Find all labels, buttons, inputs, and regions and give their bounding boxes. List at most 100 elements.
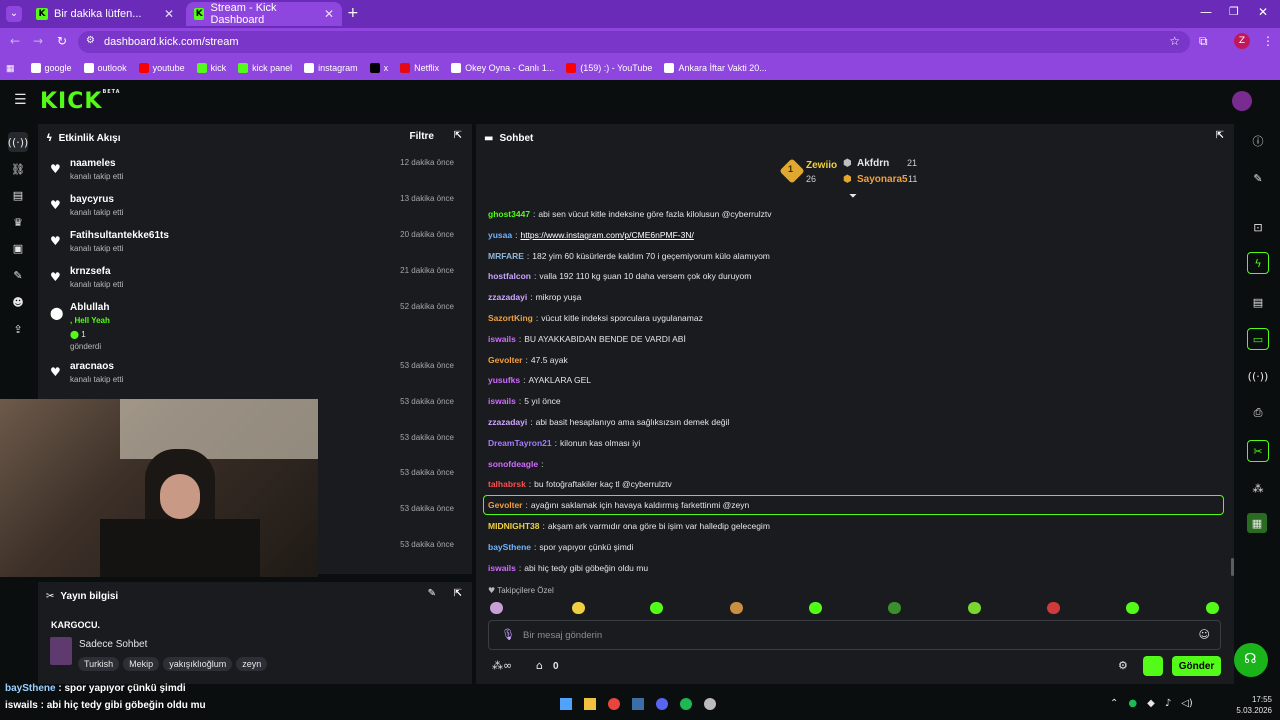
mic-icon[interactable]: 🎙 xyxy=(501,628,515,641)
tab-stream-dashboard[interactable]: K Stream - Kick Dashboard ✕ xyxy=(186,2,342,26)
chat-username[interactable]: MRFARE xyxy=(488,251,524,261)
chat-username[interactable]: Gevolter xyxy=(488,355,523,365)
activity-username[interactable]: krnzsefa xyxy=(70,266,111,277)
bookmark-item[interactable]: Okey Oyna - Canlı 1... xyxy=(451,63,554,73)
emoji-icon[interactable]: ☺ xyxy=(1199,628,1210,641)
chrome-icon[interactable] xyxy=(608,698,620,710)
bookmark-item[interactable]: google xyxy=(30,63,72,73)
emote[interactable] xyxy=(888,602,901,614)
upload-icon[interactable]: ⇪ xyxy=(8,319,28,339)
link-icon[interactable]: ⛓ xyxy=(8,159,28,179)
volume-icon[interactable]: ◁) xyxy=(1181,698,1193,709)
explorer-icon[interactable] xyxy=(584,698,596,710)
media-icon[interactable]: ▣ xyxy=(8,238,28,258)
chat-username[interactable]: zzazadayi xyxy=(488,417,527,427)
tab-loading[interactable]: K Bir dakika lütfen... ✕ xyxy=(28,2,182,26)
chat-username[interactable]: iswails xyxy=(488,334,516,344)
back-icon[interactable]: ← xyxy=(10,34,20,48)
broadcast-icon[interactable]: ((·)) xyxy=(1248,366,1269,386)
chat-username[interactable]: yusaa xyxy=(488,230,512,240)
emote[interactable] xyxy=(490,602,503,614)
user-avatar[interactable] xyxy=(1232,91,1252,111)
info-icon[interactable]: ⓘ xyxy=(1248,131,1268,151)
apps-grid-icon[interactable]: ▦ xyxy=(6,63,15,74)
kick-logo[interactable]: KICKBETA xyxy=(40,89,121,114)
settings-gear-icon[interactable]: ⚙ xyxy=(1118,659,1128,672)
stream-tag[interactable]: yakışıklıoğlum xyxy=(163,657,233,671)
chat-username[interactable]: yusufks xyxy=(488,375,520,385)
discord-icon[interactable] xyxy=(656,698,668,710)
popout-icon[interactable]: ⇱ xyxy=(1216,130,1224,141)
chat-bubble-icon[interactable]: ▭ xyxy=(1247,328,1269,350)
bookmark-item[interactable]: kick xyxy=(196,63,226,73)
popout-icon[interactable]: ⇱ xyxy=(454,588,462,599)
bookmark-item[interactable]: outlook xyxy=(83,63,127,73)
forward-icon[interactable]: → xyxy=(33,34,43,48)
stream-tag[interactable]: zeyn xyxy=(236,657,268,671)
chat-input[interactable]: 🎙 Bir mesaj gönderin ☺ xyxy=(488,620,1221,650)
leaderboard-user[interactable]: Zewiio xyxy=(806,160,837,171)
close-tab-icon[interactable]: ✕ xyxy=(324,7,334,21)
bookmark-star-icon[interactable]: ☆ xyxy=(1169,34,1180,48)
chat-link[interactable]: https://www.instagram.com/p/CME6nPMF-3N/ xyxy=(520,230,693,240)
chat-username[interactable]: zzazadayi xyxy=(488,292,527,302)
app-icon[interactable] xyxy=(704,698,716,710)
quick-emote-icon[interactable] xyxy=(1143,656,1163,676)
chat-username[interactable]: hostfalcon xyxy=(488,271,531,281)
emote[interactable] xyxy=(572,602,585,614)
stream-live-icon[interactable]: ((·)) xyxy=(8,132,28,152)
emote[interactable] xyxy=(1206,602,1219,614)
steam-tray-icon[interactable]: ◆ xyxy=(1147,698,1155,709)
activity-username[interactable]: naameles xyxy=(70,158,116,169)
store-icon[interactable]: ⌂ xyxy=(536,659,543,672)
new-tab-icon[interactable]: + xyxy=(347,5,359,21)
extensions-icon[interactable]: ⧉ xyxy=(1199,34,1208,49)
chevron-down-icon[interactable]: ⏷ xyxy=(849,191,857,202)
filter-button[interactable]: Filtre xyxy=(410,131,434,142)
emote[interactable] xyxy=(809,602,822,614)
chat-username[interactable]: baySthene xyxy=(488,542,531,552)
chat-username[interactable]: DreamTayron21 xyxy=(488,438,552,448)
start-icon[interactable] xyxy=(560,698,572,710)
community-icon[interactable]: ☻ xyxy=(8,292,28,312)
trophy-icon[interactable]: ♛ xyxy=(8,212,28,232)
emote[interactable] xyxy=(650,602,663,614)
stream-tag[interactable]: Mekip xyxy=(123,657,160,671)
channel-points-icon[interactable]: ⁂∞ xyxy=(492,659,512,672)
tab-search-icon[interactable]: ⌄ xyxy=(6,6,22,22)
close-tab-icon[interactable]: ✕ xyxy=(164,7,174,21)
bookmark-item[interactable]: (159) :) - YouTube xyxy=(566,63,652,73)
url-input[interactable]: ⚙ dashboard.kick.com/stream ☆ xyxy=(78,31,1190,53)
chat-username[interactable]: SazortKing xyxy=(488,313,533,323)
tray-chevron-icon[interactable]: ⌃ xyxy=(1110,698,1118,709)
emote[interactable] xyxy=(968,602,981,614)
notes-icon[interactable]: ▤ xyxy=(1248,292,1268,312)
leaderboard-user[interactable]: Akfdrn xyxy=(857,158,889,169)
chat-username[interactable]: sonofdeagle xyxy=(488,459,538,469)
bookmark-item[interactable]: kick panel xyxy=(238,63,292,73)
connections-icon[interactable]: ⁂ xyxy=(1248,478,1268,498)
activity-username[interactable]: baycyrus xyxy=(70,194,114,205)
menu-kebab-icon[interactable]: ⋮ xyxy=(1262,34,1274,48)
restore-icon[interactable]: ❐ xyxy=(1229,5,1239,18)
activity-username[interactable]: aracnaos xyxy=(70,361,114,372)
help-button[interactable]: ☊ xyxy=(1234,643,1268,677)
spotify-icon[interactable] xyxy=(680,698,692,710)
analytics-icon[interactable]: ▤ xyxy=(8,185,28,205)
screen-capture-icon[interactable]: ⊡ xyxy=(1248,217,1268,237)
spotify-tray-icon[interactable]: ● xyxy=(1128,698,1137,709)
steam-icon[interactable] xyxy=(632,698,644,710)
profile-avatar[interactable]: Z xyxy=(1234,33,1250,49)
minimize-icon[interactable]: — xyxy=(1200,5,1212,19)
site-info-icon[interactable]: ⚙ xyxy=(86,35,95,46)
emote[interactable] xyxy=(730,602,743,614)
edit-icon[interactable]: ✎ xyxy=(428,588,436,599)
reload-icon[interactable]: ↻ xyxy=(57,34,67,48)
activity-username[interactable]: Ablullah xyxy=(70,302,109,313)
chat-username[interactable]: ghost3447 xyxy=(488,209,530,219)
bookmark-item[interactable]: x xyxy=(369,63,388,73)
leaderboard-user[interactable]: Sayonara5 xyxy=(857,174,908,185)
chat-username[interactable]: iswails xyxy=(488,563,516,573)
close-window-icon[interactable]: ✕ xyxy=(1258,5,1268,19)
quick-action-icon[interactable]: ϟ xyxy=(1247,252,1269,274)
